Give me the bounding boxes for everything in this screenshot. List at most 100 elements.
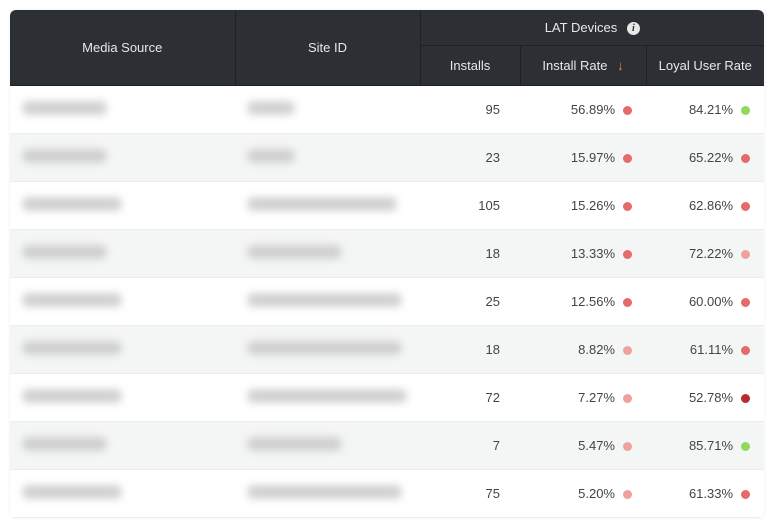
group-label: LAT Devices [545,20,618,35]
rate-value: 8.82% [578,342,615,357]
status-dot-icon [623,394,632,403]
table-row[interactable]: 7 5.47% 85.71% [10,422,764,470]
redacted-text [247,341,402,355]
table-row[interactable]: 2512.56%60.00% [10,278,764,326]
cell-loyal-user-rate: 72.22% [646,230,764,278]
cell-site-id [235,230,420,278]
cell-media-source [10,374,235,422]
cell-install-rate: 56.89% [520,86,646,134]
col-header-loyal-user-rate[interactable]: Loyal User Rate [646,46,764,86]
col-header-site-id[interactable]: Site ID [235,10,420,86]
rate-value: 85.71% [689,438,733,453]
redacted-text [247,245,342,259]
redacted-text [247,485,402,499]
rate-value: 15.97% [571,150,615,165]
redacted-text [22,389,122,403]
cell-installs: 75 [420,470,520,518]
table-row[interactable]: 75 5.20% 61.33% [10,470,764,518]
cell-media-source [10,230,235,278]
rate-value: 61.33% [689,486,733,501]
status-dot-icon [741,346,750,355]
status-dot-icon [741,106,750,115]
cell-site-id [235,86,420,134]
rate-value: 12.56% [571,294,615,309]
info-icon[interactable]: i [627,22,640,35]
cell-media-source [10,86,235,134]
header-label: Site ID [308,40,347,55]
status-dot-icon [623,346,632,355]
cell-site-id [235,422,420,470]
rate-value: 5.47% [578,438,615,453]
table-header: Media Source Site ID LAT Devices i Insta… [10,10,764,86]
status-dot-icon [741,250,750,259]
cell-site-id [235,278,420,326]
cell-media-source [10,326,235,374]
status-dot-icon [741,490,750,499]
status-dot-icon [741,202,750,211]
rate-value: 7.27% [578,390,615,405]
cell-site-id [235,470,420,518]
cell-installs: 95 [420,86,520,134]
cell-site-id [235,374,420,422]
cell-install-rate: 13.33% [520,230,646,278]
rate-value: 56.89% [571,102,615,117]
cell-site-id [235,182,420,230]
col-header-install-rate[interactable]: Install Rate ↓ [520,46,646,86]
header-label: Loyal User Rate [659,58,752,73]
redacted-text [22,341,122,355]
status-dot-icon [623,154,632,163]
cell-installs: 105 [420,182,520,230]
header-label: Media Source [82,40,162,55]
redacted-text [22,197,122,211]
col-header-installs[interactable]: Installs [420,46,520,86]
rate-value: 65.22% [689,150,733,165]
cell-install-rate: 12.56% [520,278,646,326]
rate-value: 60.00% [689,294,733,309]
table-body: 9556.89%84.21%2315.97%65.22%10515.26%62.… [10,86,764,518]
table-row[interactable]: 9556.89%84.21% [10,86,764,134]
cell-media-source [10,134,235,182]
rate-value: 15.26% [571,198,615,213]
cell-installs: 23 [420,134,520,182]
cell-loyal-user-rate: 60.00% [646,278,764,326]
status-dot-icon [623,106,632,115]
table-row[interactable]: 727.27%52.78% [10,374,764,422]
status-dot-icon [741,442,750,451]
rate-value: 13.33% [571,246,615,261]
redacted-text [247,437,342,451]
status-dot-icon [623,490,632,499]
cell-site-id [235,326,420,374]
table-row[interactable]: 23 15.97% 65.22% [10,134,764,182]
redacted-text [247,293,402,307]
redacted-text [22,245,107,259]
rate-value: 5.20% [578,486,615,501]
sort-descending-icon: ↓ [617,58,624,73]
col-group-lat-devices: LAT Devices i [420,10,764,46]
cell-loyal-user-rate: 61.11% [646,326,764,374]
status-dot-icon [623,202,632,211]
cell-loyal-user-rate: 62.86% [646,182,764,230]
rate-value: 72.22% [689,246,733,261]
col-header-media-source[interactable]: Media Source [10,10,235,86]
cell-loyal-user-rate: 52.78% [646,374,764,422]
cell-install-rate: 15.26% [520,182,646,230]
redacted-text [22,485,122,499]
cell-installs: 18 [420,230,520,278]
rate-value: 61.11% [690,342,733,357]
data-table: Media Source Site ID LAT Devices i Insta… [10,10,764,518]
cell-loyal-user-rate: 61.33% [646,470,764,518]
cell-media-source [10,182,235,230]
cell-loyal-user-rate: 85.71% [646,422,764,470]
table-row[interactable]: 188.82%61.11% [10,326,764,374]
redacted-text [247,101,295,115]
status-dot-icon [623,250,632,259]
redacted-text [22,149,107,163]
redacted-text [247,389,407,403]
table-row[interactable]: 105 15.26% 62.86% [10,182,764,230]
cell-installs: 7 [420,422,520,470]
redacted-text [22,101,107,115]
table-row[interactable]: 18 13.33% 72.22% [10,230,764,278]
rate-value: 62.86% [689,198,733,213]
redacted-text [247,149,295,163]
header-label: Installs [450,58,490,73]
